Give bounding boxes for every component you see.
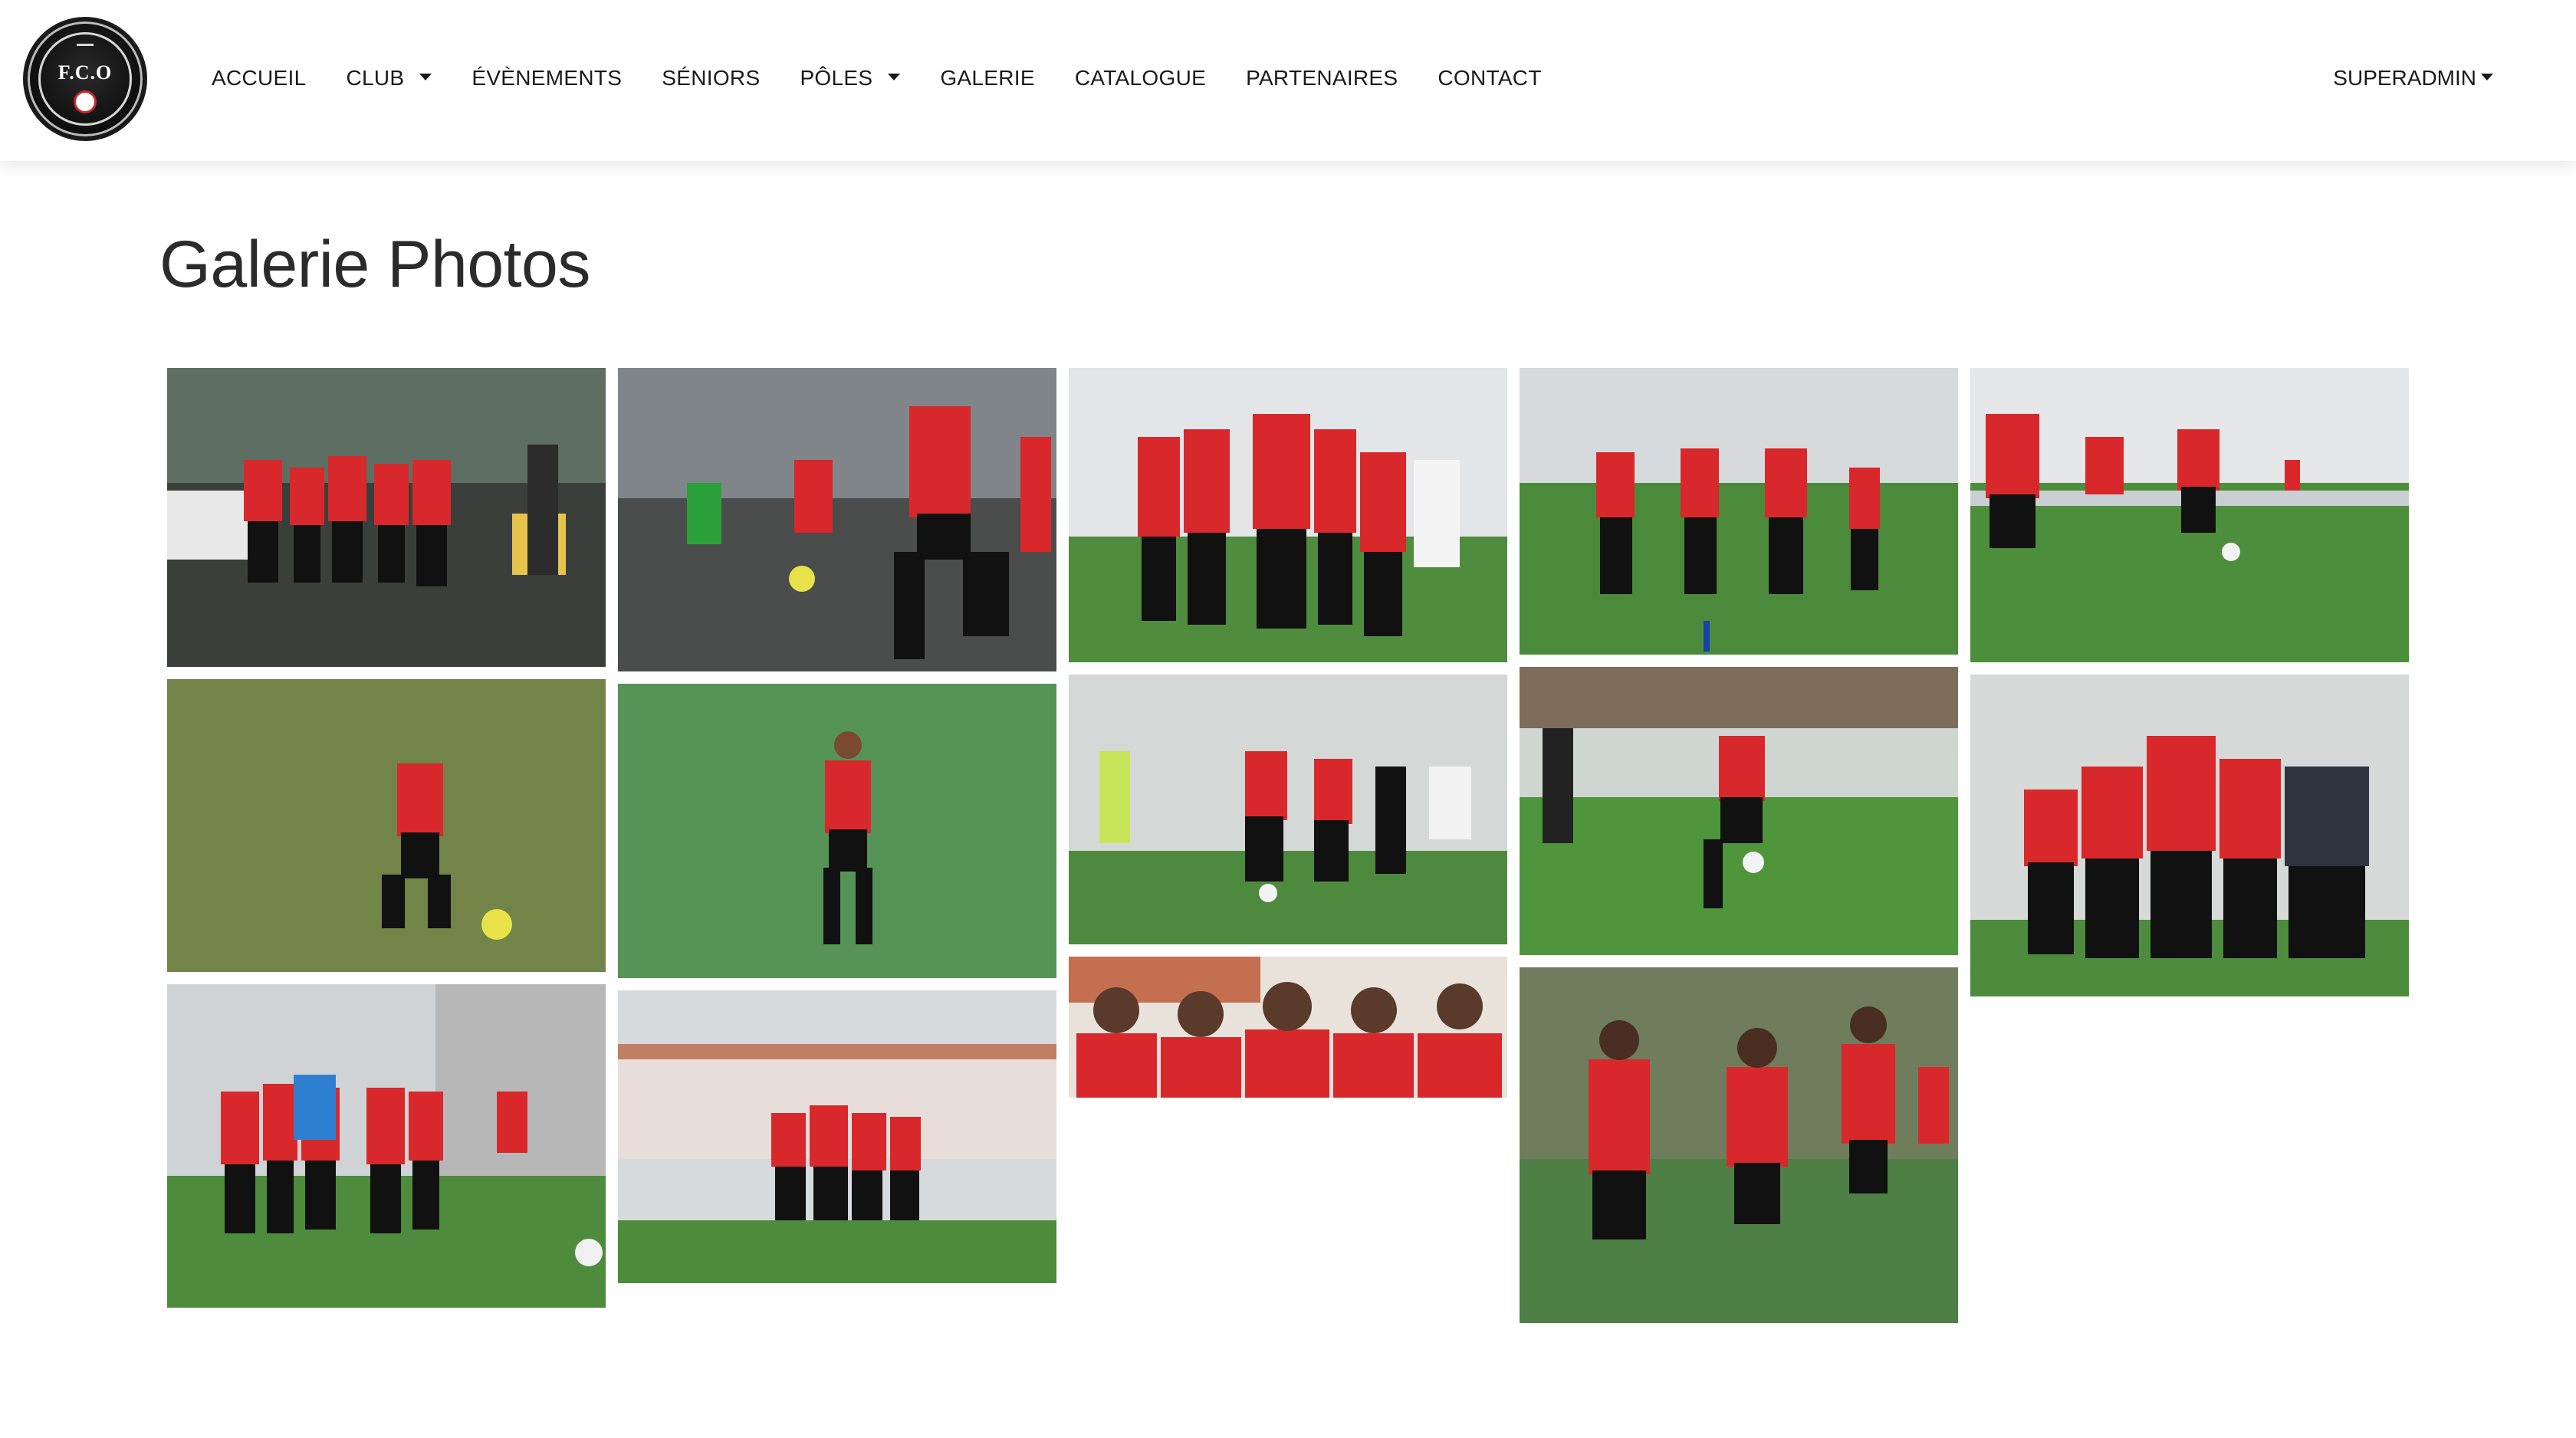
nav-item-poles[interactable]: Pôles — [780, 66, 920, 90]
nav-item-label: Séniors — [662, 66, 761, 90]
nav-item-label: Club — [346, 66, 405, 90]
gallery-photo[interactable] — [618, 684, 1056, 978]
gallery-photo[interactable] — [618, 990, 1056, 1283]
chevron-down-icon — [2481, 73, 2493, 80]
gallery-column — [1520, 368, 1958, 1335]
gallery-column — [1970, 368, 2409, 1009]
club-logo[interactable]: F.C.O — [23, 17, 147, 141]
gallery-photo[interactable] — [167, 984, 606, 1308]
photo-image — [618, 684, 1056, 978]
nav-item-label: Catalogue — [1074, 66, 1207, 90]
nav-item-catalogue[interactable]: Catalogue — [1055, 66, 1226, 90]
gallery-photo[interactable] — [1069, 368, 1507, 662]
user-menu[interactable]: superadmin — [2333, 0, 2493, 156]
gallery-column — [1069, 368, 1507, 1110]
photo-image — [618, 368, 1056, 671]
nav-item-label: Galerie — [940, 66, 1035, 90]
photo-image — [1069, 957, 1507, 1098]
gallery-photo[interactable] — [1069, 957, 1507, 1098]
gallery-photo[interactable] — [167, 368, 606, 667]
page-title: Galerie Photos — [159, 228, 590, 301]
gallery-photo[interactable] — [1520, 368, 1958, 655]
logo-crown-icon — [77, 35, 94, 46]
gallery-column — [167, 368, 606, 1320]
main-nav: Accueil Club Évènements Séniors Pôles Ga… — [192, 0, 1562, 156]
photo-image — [1520, 667, 1958, 955]
gallery-photo[interactable] — [1970, 368, 2409, 662]
photo-gallery — [167, 368, 2409, 1326]
photo-image — [1970, 368, 2409, 662]
gallery-photo[interactable] — [1970, 675, 2409, 996]
photo-image — [1520, 967, 1958, 1323]
photo-image — [1970, 675, 2409, 996]
nav-item-club[interactable]: Club — [326, 66, 452, 90]
nav-item-label: Pôles — [800, 66, 873, 90]
nav-item-label: Partenaires — [1246, 66, 1398, 90]
photo-image — [1069, 368, 1507, 662]
chevron-down-icon — [888, 73, 901, 80]
gallery-photo[interactable] — [1069, 675, 1507, 944]
chevron-down-icon — [419, 73, 432, 80]
nav-item-partenaires[interactable]: Partenaires — [1226, 66, 1418, 90]
logo-text: F.C.O — [58, 61, 113, 84]
soccer-ball-icon — [74, 90, 97, 113]
photo-image — [167, 368, 606, 667]
photo-image — [1520, 368, 1958, 655]
photo-image — [618, 990, 1056, 1283]
nav-item-evenements[interactable]: Évènements — [452, 66, 642, 90]
photo-image — [167, 984, 606, 1308]
nav-item-label: Contact — [1438, 66, 1542, 90]
user-menu-label: superadmin — [2333, 66, 2476, 90]
navbar: F.C.O Accueil Club Évènements Séniors Pô… — [0, 0, 2576, 161]
photo-image — [167, 679, 606, 972]
gallery-photo[interactable] — [167, 679, 606, 972]
nav-item-contact[interactable]: Contact — [1418, 66, 1561, 90]
nav-item-accueil[interactable]: Accueil — [192, 66, 326, 90]
nav-item-label: Accueil — [212, 66, 307, 90]
photo-image — [1069, 675, 1507, 944]
gallery-photo[interactable] — [1520, 967, 1958, 1323]
nav-item-galerie[interactable]: Galerie — [920, 66, 1054, 90]
nav-item-seniors[interactable]: Séniors — [642, 66, 780, 90]
gallery-photo[interactable] — [1520, 667, 1958, 955]
gallery-photo[interactable] — [618, 368, 1056, 671]
gallery-column — [618, 368, 1056, 1295]
nav-item-label: Évènements — [472, 66, 623, 90]
